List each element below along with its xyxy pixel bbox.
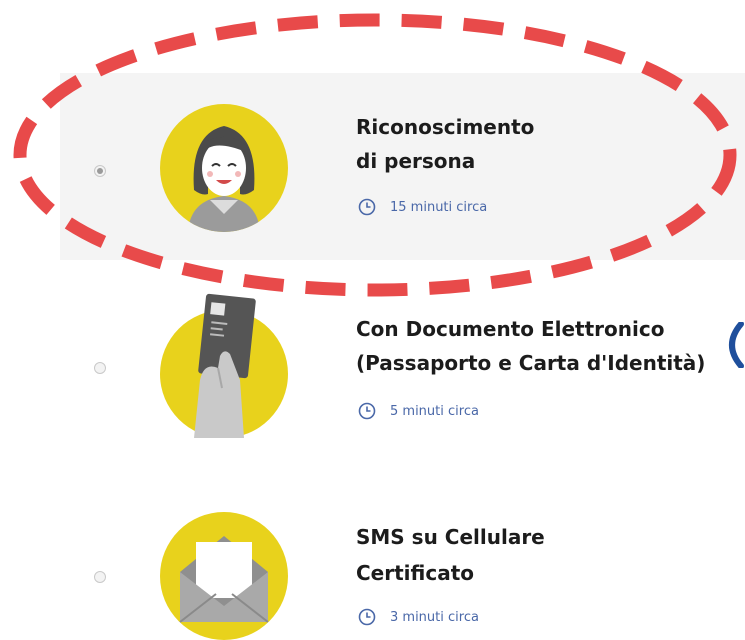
radio-documento-elettronico[interactable] [94,362,106,374]
option-time-text: 5 minuti circa [390,403,479,419]
option-time-text: 15 minuti circa [390,199,488,215]
clock-icon [358,402,376,420]
option-time: 5 minuti circa [358,402,479,420]
id-card-hand-icon [160,293,288,438]
option-time: 3 minuti circa [358,608,479,626]
person-avatar-icon [160,104,288,232]
option-time-text: 3 minuti circa [390,609,479,625]
option-title-line2: Certificato [356,561,474,585]
option-title-line1: Con Documento Elettronico [356,317,665,341]
option-title-line2: di persona [356,149,476,173]
partial-bracket-icon [729,322,744,368]
envelope-icon [160,512,288,640]
radio-sms-cellulare[interactable] [94,571,106,583]
option-title-line2: (Passaporto e Carta d'Identità) [356,351,706,375]
clock-icon [358,608,376,626]
clock-icon [358,198,376,216]
radio-riconoscimento-di-persona[interactable] [94,165,106,177]
option-title-line1: Riconoscimento [356,115,535,139]
option-time: 15 minuti circa [358,198,487,216]
option-title-line1: SMS su Cellulare [356,525,545,549]
